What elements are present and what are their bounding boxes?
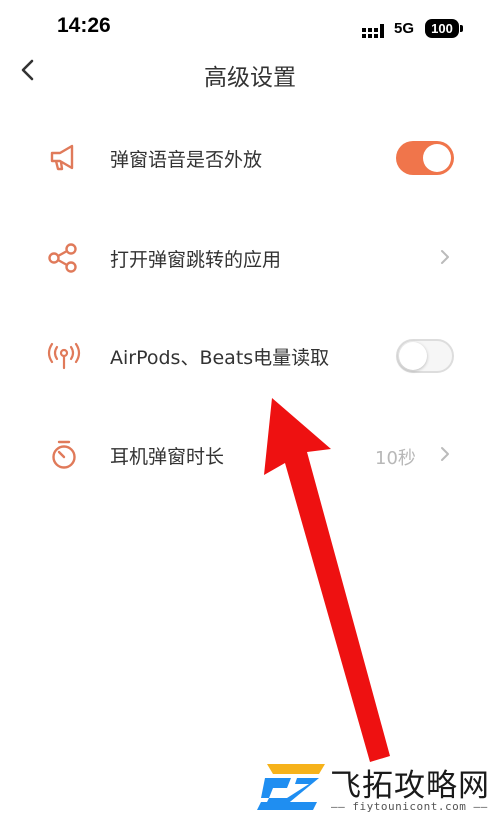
page-title: 高级设置 [204,65,296,91]
watermark-name: 飞拓攻略网 [330,768,490,804]
setting-label: 打开弹窗跳转的应用 [110,249,282,271]
watermark-url: —— fiytounicont.com —— [331,800,488,813]
status-bar: 14:26 5G 100 [0,0,500,58]
nav-bar: 高级设置 [0,58,500,98]
signal-icon [362,24,384,38]
broadcast-icon [47,342,81,370]
airpods-battery-toggle[interactable] [396,339,454,373]
setting-label: 耳机弹窗时长 [110,446,225,468]
chevron-right-icon [441,250,449,264]
speaker-toggle[interactable] [396,141,454,175]
share-icon [48,243,77,273]
megaphone-icon [50,144,74,171]
chevron-right-icon [441,447,449,461]
setting-row-speaker[interactable]: 弹窗语音是否外放 [0,127,500,187]
network-type: 5G [394,20,415,37]
annotation-arrow [264,398,390,762]
setting-row-popup-duration[interactable]: 耳机弹窗时长 10秒 [0,424,500,484]
battery-icon: 100 [425,19,463,38]
battery-level: 100 [431,21,453,36]
watermark-logo [257,764,325,810]
setting-row-open-app[interactable]: 打开弹窗跳转的应用 [0,227,500,287]
toggle-knob [399,342,427,370]
setting-label: 弹窗语音是否外放 [110,149,263,171]
duration-value: 10秒 [375,448,416,469]
setting-row-airpods-battery[interactable]: AirPods、Beats电量读取 [0,325,500,385]
timer-icon [52,440,76,469]
status-time: 14:26 [57,14,111,37]
toggle-knob [423,144,451,172]
setting-label: AirPods、Beats电量读取 [110,347,330,369]
